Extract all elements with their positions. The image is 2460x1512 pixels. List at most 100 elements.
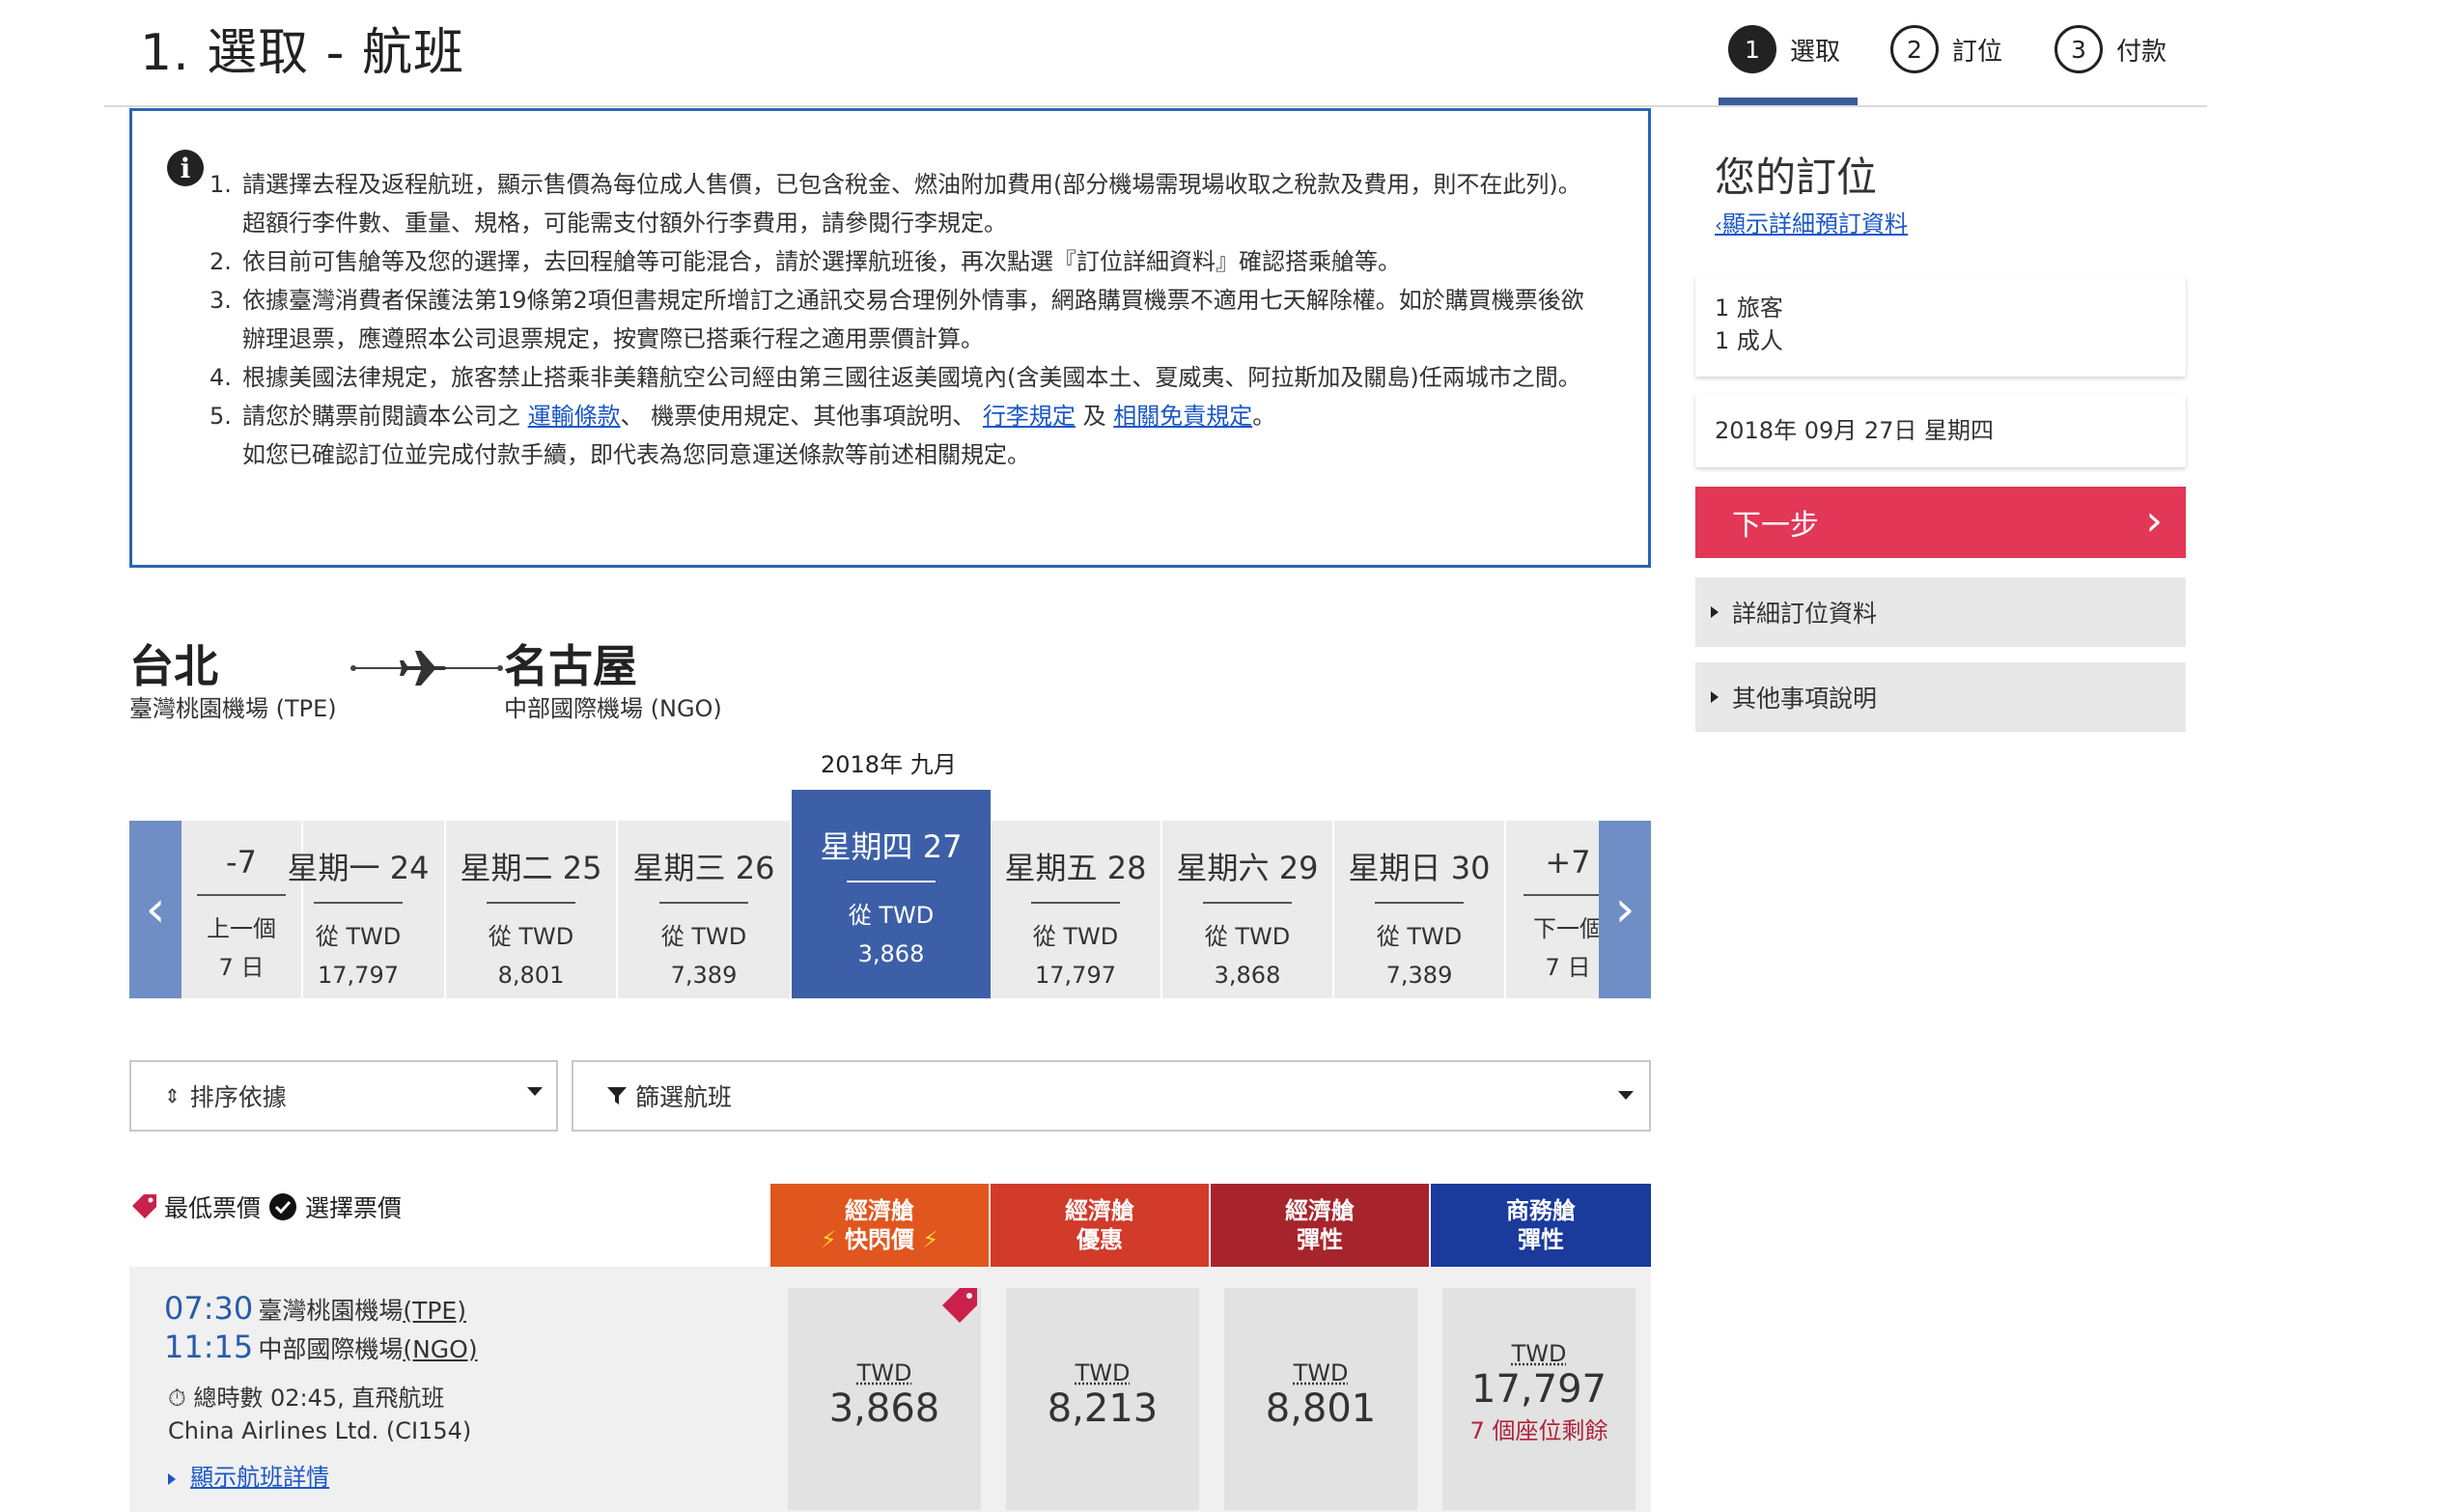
travel-date-card: 2018年 09月 27日 星期四 bbox=[1695, 394, 2186, 467]
info-item-number: 4. bbox=[210, 364, 232, 391]
info-list: 1. 請選擇去程及返程航班，顯示售價為每位成人售價，已包含稅金、燃油附加費用(部分… bbox=[210, 165, 1590, 474]
fare-currency: TWD bbox=[856, 1359, 912, 1386]
legend-lowest-label: 最低票價 bbox=[164, 1194, 262, 1222]
cabin-header-line2: 快閃價 bbox=[845, 1226, 914, 1253]
day-from: 從 TWD bbox=[848, 902, 935, 929]
arrival-line: 11:15 中部國際機場(NGO) bbox=[164, 1329, 478, 1365]
day-cell[interactable]: 星期五 28 從 TWD 17,797 bbox=[991, 821, 1162, 998]
plane-route-icon bbox=[350, 651, 503, 686]
flight-details-toggle[interactable]: 顯示航班詳情 bbox=[168, 1458, 329, 1492]
page-title: 1. 選取 - 航班 bbox=[140, 24, 464, 82]
accordion-label: 詳細訂位資料 bbox=[1732, 600, 1878, 628]
disclaimer-link[interactable]: 相關免責規定 bbox=[1113, 403, 1252, 430]
arrival-airport-code: (NGO) bbox=[403, 1335, 478, 1363]
legend-selected-label: 選擇票價 bbox=[305, 1194, 403, 1222]
date-strip: ‹ -7 上一個 7 日 星期一 24 從 TWD 17,797 星期二 25 … bbox=[129, 790, 1651, 998]
day-cell[interactable]: 星期二 25 從 TWD 8,801 bbox=[446, 821, 618, 998]
info-icon: i bbox=[167, 150, 204, 186]
chevron-left-icon: ‹ bbox=[145, 881, 166, 938]
fare-card-economy-flash[interactable]: TWD 3,868 bbox=[788, 1288, 981, 1510]
caret-down-icon bbox=[527, 1087, 543, 1096]
check-circle-icon bbox=[269, 1193, 297, 1220]
info-item-text: 及 bbox=[1082, 403, 1106, 430]
conditions-of-carriage-link[interactable]: 運輸條款 bbox=[528, 403, 621, 430]
price-tag-icon bbox=[132, 1194, 156, 1218]
caret-right-icon bbox=[1711, 691, 1719, 703]
cabin-header-economy-saver: 經濟艙 優惠 bbox=[991, 1184, 1209, 1269]
info-item-text: 。 bbox=[1252, 403, 1276, 430]
flight-airline: China Airlines Ltd. (CI154) bbox=[168, 1417, 472, 1444]
info-item: 4. 根據美國法律規定，旅客禁止搭乘非美籍航空公司經由第三國往返美國境內(含美國本… bbox=[210, 358, 1590, 397]
filter-dropdown[interactable]: 篩選航班 bbox=[572, 1060, 1651, 1132]
lightning-icon: ⚡ bbox=[820, 1226, 845, 1253]
info-item-number: 1. bbox=[210, 171, 232, 198]
cabin-header-economy-flash: 經濟艙 ⚡ 快閃價 ⚡ bbox=[770, 1184, 989, 1269]
info-item-text: 依據臺灣消費者保護法第19條第2項但書規定所增訂之通訊交易合理例外情事，網路購買… bbox=[242, 287, 1584, 352]
arrival-time: 11:15 bbox=[164, 1329, 254, 1365]
chevron-right-icon: › bbox=[2145, 496, 2163, 546]
destination-city: 名古屋 bbox=[504, 640, 637, 692]
day-divider bbox=[314, 902, 403, 904]
caret-down-icon bbox=[1618, 1091, 1634, 1100]
day-price: 3,868 bbox=[1214, 962, 1281, 989]
info-notice-box: i 1. 請選擇去程及返程航班，顯示售價為每位成人售價，已包含稅金、燃油附加費用(… bbox=[129, 108, 1651, 568]
day-cell-selected[interactable]: 星期四 27 從 TWD 3,868 bbox=[792, 790, 991, 998]
fare-card-economy-flex[interactable]: TWD 8,801 bbox=[1224, 1288, 1417, 1510]
filter-label: 篩選航班 bbox=[635, 1083, 733, 1111]
day-price: 17,797 bbox=[1035, 962, 1116, 989]
adult-count: 1 成人 bbox=[1715, 327, 1783, 354]
day-divider bbox=[659, 902, 748, 904]
origin-city: 台北 bbox=[129, 640, 218, 692]
fare-card-business-flex[interactable]: TWD 17,797 7 個座位剩餘 bbox=[1442, 1288, 1635, 1510]
step-number: 2 bbox=[1890, 25, 1939, 73]
day-name: 星期六 29 bbox=[1176, 850, 1319, 886]
info-item-number: 3. bbox=[210, 287, 232, 314]
prev-week-button[interactable]: ‹ bbox=[129, 821, 182, 998]
info-extra: 如您已確認訂位並完成付款手續，即代表為您同意運送條款等前述相關規定。 bbox=[210, 435, 1590, 474]
day-from: 從 TWD bbox=[315, 923, 402, 950]
day-cell[interactable]: 星期日 30 從 TWD 7,389 bbox=[1334, 821, 1506, 998]
info-item-text: 依目前可售艙等及您的選擇，去回程艙等可能混合，請於選擇航班後，再次點選『訂位詳細… bbox=[242, 248, 1401, 275]
day-name: 星期一 24 bbox=[287, 850, 430, 886]
step-number: 3 bbox=[2055, 25, 2103, 73]
day-divider bbox=[1375, 902, 1464, 904]
day-cell[interactable]: 星期一 24 從 TWD 17,797 bbox=[272, 821, 446, 998]
fare-currency: TWD bbox=[1293, 1359, 1349, 1386]
day-from: 從 TWD bbox=[660, 923, 747, 950]
day-from: 從 TWD bbox=[1376, 923, 1463, 950]
day-from: 從 TWD bbox=[1204, 923, 1291, 950]
sort-dropdown[interactable]: ⇕ 排序依據 bbox=[129, 1060, 558, 1132]
day-cell[interactable]: 星期三 26 從 TWD 7,389 bbox=[618, 821, 792, 998]
day-from: 從 TWD bbox=[1032, 923, 1119, 950]
accordion-booking-details[interactable]: 詳細訂位資料 bbox=[1695, 577, 2186, 647]
baggage-rules-link[interactable]: 行李規定 bbox=[983, 403, 1076, 430]
arrival-airport: 中部國際機場(NGO) bbox=[258, 1335, 477, 1363]
day-name: 星期五 28 bbox=[1004, 850, 1147, 886]
info-item: 5. 請您於購票前閱讀本公司之 運輸條款、 機票使用規定、其他事項說明、 行李規… bbox=[210, 397, 1590, 435]
sort-label: 排序依據 bbox=[189, 1083, 287, 1111]
day-price: 3,868 bbox=[857, 940, 925, 967]
day-cell[interactable]: 星期六 29 從 TWD 3,868 bbox=[1162, 821, 1334, 998]
fare-amount: 8,213 bbox=[1047, 1386, 1159, 1431]
departure-airport: 臺灣桃園機場(TPE) bbox=[258, 1297, 466, 1325]
chevron-right-icon: › bbox=[1614, 881, 1635, 938]
sort-icon: ⇕ bbox=[164, 1084, 181, 1107]
fare-amount: 3,868 bbox=[828, 1386, 940, 1431]
day-divider bbox=[1031, 902, 1120, 904]
passenger-count: 1 旅客 bbox=[1715, 294, 1783, 322]
next-step-button[interactable]: 下一步 › bbox=[1695, 487, 2186, 558]
info-item-text: 根據美國法律規定，旅客禁止搭乘非美籍航空公司經由第三國往返美國境內(含美國本土、… bbox=[242, 364, 1581, 391]
step-booking: 2 訂位 bbox=[1890, 19, 2002, 79]
show-booking-details-label[interactable]: 顯示詳細預訂資料 bbox=[1722, 210, 1908, 238]
step-payment: 3 付款 bbox=[2055, 19, 2166, 79]
fare-card-economy-saver[interactable]: TWD 8,213 bbox=[1006, 1288, 1199, 1510]
flight-details-link[interactable]: 顯示航班詳情 bbox=[190, 1464, 329, 1491]
cabin-header-line1: 經濟艙 bbox=[1065, 1197, 1134, 1224]
accordion-other-notes[interactable]: 其他事項說明 bbox=[1695, 662, 2186, 732]
day-price: 17,797 bbox=[318, 962, 399, 989]
day-from: 從 TWD bbox=[488, 923, 574, 950]
next-week-button[interactable]: › bbox=[1599, 821, 1651, 998]
show-booking-details-link[interactable]: ‹顯示詳細預訂資料 bbox=[1715, 205, 1908, 238]
cabin-header-line2-wrap: ⚡ 快閃價 ⚡ bbox=[770, 1225, 989, 1254]
origin-airport: 臺灣桃園機場 (TPE) bbox=[129, 695, 337, 722]
